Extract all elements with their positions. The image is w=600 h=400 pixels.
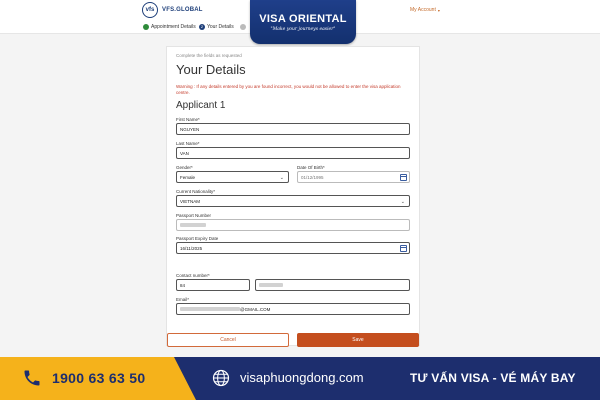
brand-slogan: "Make your journeys easier" (270, 26, 336, 32)
passport-expiry-label: Passport Expiry Date (176, 236, 219, 241)
nationality-value: VIETNAM (180, 198, 201, 204)
applicant-heading: Applicant 1 (176, 100, 226, 111)
phone-icon (24, 370, 40, 386)
email-input[interactable]: @GMAIL.COM (176, 303, 410, 315)
last-name-label: Last Name* (176, 141, 200, 146)
page-title: Your Details (176, 62, 246, 77)
country-code-value: 84 (180, 282, 186, 288)
step-your-details[interactable]: 2 Your Details (199, 24, 234, 30)
country-code-input[interactable]: 84 (176, 279, 250, 291)
brand-title: VISA ORIENTAL (259, 12, 347, 25)
gender-value: Female (180, 174, 196, 180)
email-value: @GMAIL.COM (240, 306, 271, 312)
contact-number-label: Contact number* (176, 273, 210, 278)
redacted-value (180, 223, 206, 227)
dob-label: Date Of Birth* (297, 165, 325, 170)
nationality-select[interactable]: VIETNAM ⌄ (176, 195, 410, 207)
calendar-icon[interactable] (400, 174, 407, 181)
passport-expiry-value: 16/11/2025 (180, 245, 203, 251)
step-appointment-details[interactable]: Appointment Details (143, 24, 196, 30)
nationality-label: Current Nationality* (176, 189, 216, 194)
chevron-down-icon: ▾ (437, 7, 440, 13)
gender-label: Gender* (176, 165, 193, 170)
cancel-button[interactable]: Cancel (167, 333, 289, 347)
your-details-form: Complete the fields as requested Your De… (166, 46, 420, 347)
redacted-value (180, 307, 240, 311)
vfs-logo[interactable]: vfs VFS.GLOBAL (142, 2, 203, 18)
last-name-input[interactable]: VAN (176, 147, 410, 159)
step-label: Appointment Details (151, 24, 196, 30)
step-number-badge: 2 (199, 24, 205, 30)
visa-oriental-brand-badge: VISA ORIENTAL "Make your journeys easier… (250, 0, 356, 44)
dob-input[interactable]: 01/12/1995 (297, 171, 410, 183)
hotline-number[interactable]: 1900 63 63 50 (52, 370, 145, 386)
redacted-value (259, 283, 283, 287)
vfs-logo-icon: vfs (142, 2, 158, 18)
passport-number-input[interactable] (176, 219, 410, 231)
first-name-value: NGUYEN (180, 126, 200, 132)
my-account-label: My Account (410, 7, 436, 13)
passport-expiry-input[interactable]: 16/11/2025 (176, 242, 410, 254)
step-next (240, 24, 246, 30)
footer-tagline: TƯ VẤN VISA - VÉ MÁY BAY (410, 371, 576, 385)
check-complete-icon (143, 24, 149, 30)
save-button[interactable]: Save (297, 333, 419, 347)
contact-number-input[interactable] (255, 279, 410, 291)
warning-message: Warning : If any details entered by you … (176, 84, 401, 95)
last-name-value: VAN (180, 150, 189, 156)
email-label: Email* (176, 297, 190, 302)
gender-select[interactable]: Female ⌄ (176, 171, 289, 183)
globe-icon (212, 369, 230, 387)
chevron-down-icon: ⌄ (400, 199, 405, 205)
chevron-down-icon: ⌄ (279, 175, 284, 181)
my-account-menu[interactable]: My Account ▾ (410, 7, 440, 13)
vfs-logo-text: VFS.GLOBAL (162, 7, 203, 13)
first-name-input[interactable]: NGUYEN (176, 123, 410, 135)
dob-value: 01/12/1995 (301, 174, 324, 180)
footer-banner: 1900 63 63 50 visaphuongdong.com TƯ VẤN … (0, 357, 600, 400)
form-hint: Complete the fields as requested (176, 53, 242, 58)
step-pending-dot (240, 24, 246, 30)
passport-number-label: Passport Number (176, 213, 212, 218)
calendar-icon[interactable] (400, 245, 407, 252)
step-label: Your Details (207, 24, 234, 30)
first-name-label: First Name* (176, 117, 200, 122)
website-link[interactable]: visaphuongdong.com (240, 370, 364, 385)
